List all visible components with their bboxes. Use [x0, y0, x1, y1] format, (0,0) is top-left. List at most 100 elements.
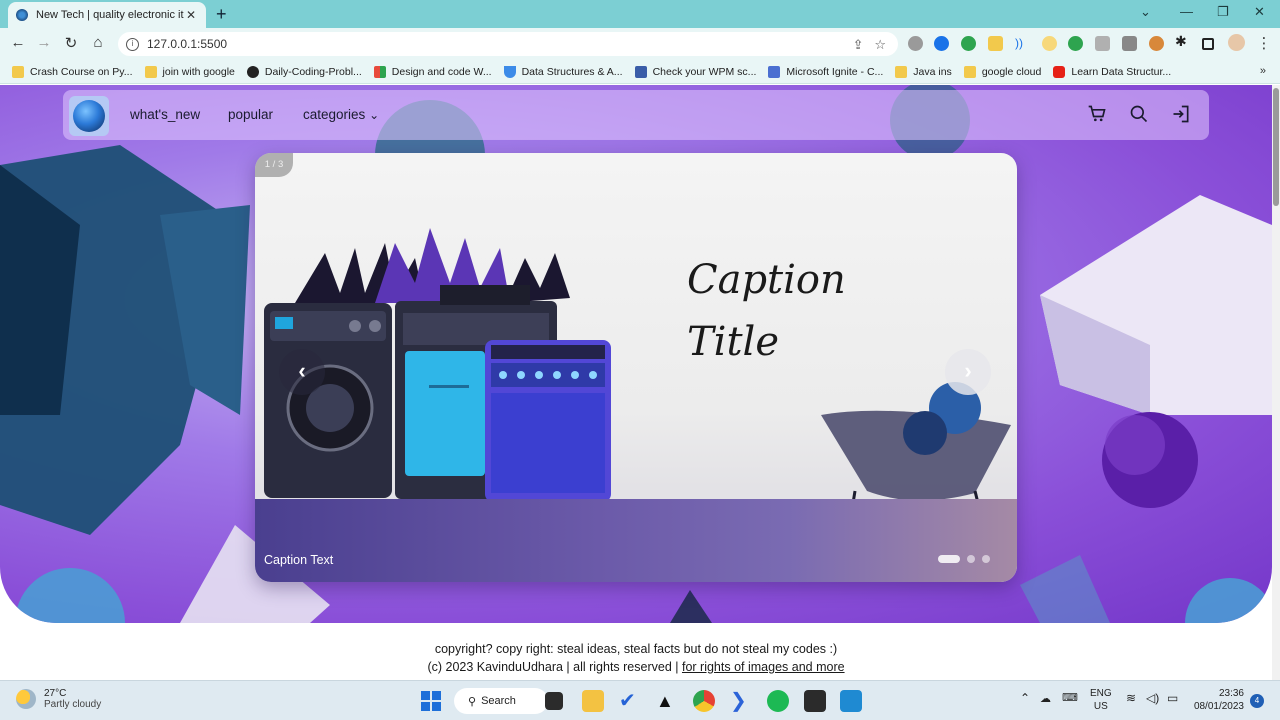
browser-tab[interactable]: New Tech | quality electronic item ✕: [8, 2, 206, 28]
image-carousel: 1 / 3 Caption Title Caption Text ‹ ›: [255, 153, 1017, 582]
slide-indicator-dot[interactable]: [938, 555, 960, 563]
new-tab-button[interactable]: +: [216, 5, 227, 23]
slide-indicator-dot[interactable]: [967, 555, 975, 563]
bookmark-item[interactable]: Design and code W...: [373, 65, 492, 78]
menu-icon[interactable]: ⋮: [1254, 34, 1274, 52]
weather-widget[interactable]: 27°C Partly cloudy: [16, 688, 101, 710]
bookmark-item[interactable]: join with google: [144, 65, 235, 78]
more-bookmarks-button[interactable]: »: [1260, 65, 1266, 77]
language-code: ENG: [1090, 688, 1112, 699]
bookmark-item[interactable]: Microsoft Ignite - C...: [768, 65, 883, 78]
slide-indicator-dot[interactable]: [982, 555, 990, 563]
search-label: Search: [481, 695, 516, 707]
address-bar[interactable]: i 127.0.0.1:5500 ⇪ ☆: [118, 32, 898, 56]
caption-title-line: Title: [687, 319, 780, 365]
bookmark-item[interactable]: Learn Data Structur...: [1053, 65, 1171, 78]
github-icon: [246, 65, 259, 78]
udemy-icon: [503, 65, 516, 78]
bookmark-item[interactable]: Crash Course on Py...: [12, 65, 133, 78]
wifi-icon[interactable]: ≋: [1126, 692, 1136, 705]
url-text: 127.0.0.1:5500: [147, 37, 228, 51]
bookmark-folder-icon: [963, 65, 976, 78]
extension-icon[interactable]: [1068, 36, 1083, 51]
language-indicator[interactable]: ENG US: [1090, 687, 1112, 713]
task-view-icon[interactable]: [545, 692, 563, 710]
nav-link-popular[interactable]: popular: [228, 107, 273, 122]
cookie-extension-icon[interactable]: [1149, 36, 1164, 51]
reload-icon[interactable]: ↻: [61, 34, 81, 52]
extension-icon[interactable]: [934, 36, 949, 51]
chrome-icon[interactable]: [693, 690, 715, 712]
extension-icon[interactable]: [1042, 36, 1057, 51]
bookmark-item[interactable]: Data Structures & A...: [503, 65, 623, 78]
forward-icon[interactable]: →: [34, 34, 54, 51]
caption-title: Caption Title: [687, 249, 846, 373]
scrollbar-thumb[interactable]: [1273, 88, 1279, 206]
site-navbar: what's_new popular categories ⌄: [63, 90, 1209, 140]
taskbar-search[interactable]: ⚲ Search: [454, 688, 548, 714]
profile-avatar[interactable]: [1228, 34, 1245, 51]
onedrive-icon[interactable]: ☁: [1040, 693, 1051, 706]
file-explorer-icon[interactable]: [582, 690, 604, 712]
power-automate-icon[interactable]: ❯: [730, 690, 752, 712]
extension-icon[interactable]: [908, 36, 923, 51]
keyboard-layout: US: [1093, 701, 1108, 712]
back-icon[interactable]: ←: [8, 34, 28, 51]
logo-sphere-icon: [73, 100, 105, 132]
close-tab-icon[interactable]: ✕: [184, 8, 198, 22]
bookmark-item[interactable]: Daily-Coding-Probl...: [246, 65, 362, 78]
calendar-icon: [768, 65, 781, 78]
side-panel-icon[interactable]: [1202, 38, 1214, 50]
maximize-button[interactable]: ❐: [1217, 4, 1229, 20]
nav-link-whats-new[interactable]: what's_new: [130, 107, 200, 122]
next-slide-button[interactable]: ›: [945, 349, 991, 395]
todo-icon[interactable]: ✔: [619, 690, 641, 712]
vscode-icon[interactable]: [840, 690, 862, 712]
home-icon[interactable]: ⌂: [88, 34, 108, 51]
image-rights-link[interactable]: for rights of images and more: [682, 660, 845, 674]
nav-link-categories[interactable]: categories ⌄: [303, 107, 379, 122]
typing-site-icon: [634, 65, 647, 78]
cart-icon[interactable]: [1087, 104, 1107, 124]
site-info-icon[interactable]: i: [126, 37, 139, 51]
tab-title: New Tech | quality electronic item: [36, 9, 184, 21]
notification-badge[interactable]: 4: [1250, 694, 1264, 708]
extension-icon[interactable]: [1122, 36, 1137, 51]
temperature: 27°C: [44, 688, 67, 699]
login-icon[interactable]: [1171, 104, 1191, 124]
prev-slide-button[interactable]: ‹: [279, 349, 325, 395]
keyboard-icon[interactable]: ⌨: [1062, 692, 1078, 705]
terminal-icon[interactable]: [804, 690, 826, 712]
browser-toolbar: ← → ↻ ⌂ i 127.0.0.1:5500 ⇪ ☆ )) ✱ ⋮: [0, 28, 1280, 60]
weather-condition: Partly cloudy: [44, 699, 102, 710]
extension-icon[interactable]: [988, 36, 1003, 51]
tab-search-icon[interactable]: ⌄: [1140, 4, 1151, 20]
site-logo[interactable]: [69, 96, 109, 136]
bookmark-folder-icon: [895, 65, 908, 78]
extension-icon[interactable]: [1095, 36, 1110, 51]
slide-indicators: [938, 555, 997, 563]
battery-icon[interactable]: ▭: [1167, 692, 1178, 705]
bookmark-item[interactable]: google cloud: [963, 65, 1041, 78]
chevron-down-icon: ⌄: [369, 108, 380, 122]
extension-icon[interactable]: [961, 36, 976, 51]
extension-icon[interactable]: )): [1015, 36, 1030, 51]
bookmarks-bar: Crash Course on Py... join with google D…: [0, 60, 1280, 84]
extensions-puzzle-icon[interactable]: ✱: [1175, 33, 1190, 49]
bookmark-item[interactable]: Check your WPM sc...: [634, 65, 756, 78]
footer-copyright: copyright? copy right: steal ideas, stea…: [434, 642, 838, 656]
linux-penguin-icon[interactable]: ▲: [656, 690, 678, 712]
minimize-button[interactable]: —: [1180, 4, 1193, 19]
clock[interactable]: 23:36 08/01/2023: [1192, 687, 1244, 713]
volume-icon[interactable]: ◁): [1146, 692, 1159, 705]
footer-rights-text: (c) 2023 KavinduUdhara | all rights rese…: [427, 660, 679, 674]
bookmark-item[interactable]: Java ins: [895, 65, 952, 78]
categories-label: categories: [303, 107, 366, 122]
spotify-icon[interactable]: [767, 690, 789, 712]
page-scrollbar[interactable]: [1272, 85, 1280, 680]
search-icon[interactable]: [1129, 104, 1149, 124]
show-hidden-icons[interactable]: ⌃: [1020, 692, 1030, 705]
bookmark-star-icon[interactable]: ⇪ ☆: [853, 37, 886, 53]
windows-start-icon[interactable]: [421, 691, 441, 711]
close-window-button[interactable]: ✕: [1254, 4, 1265, 20]
